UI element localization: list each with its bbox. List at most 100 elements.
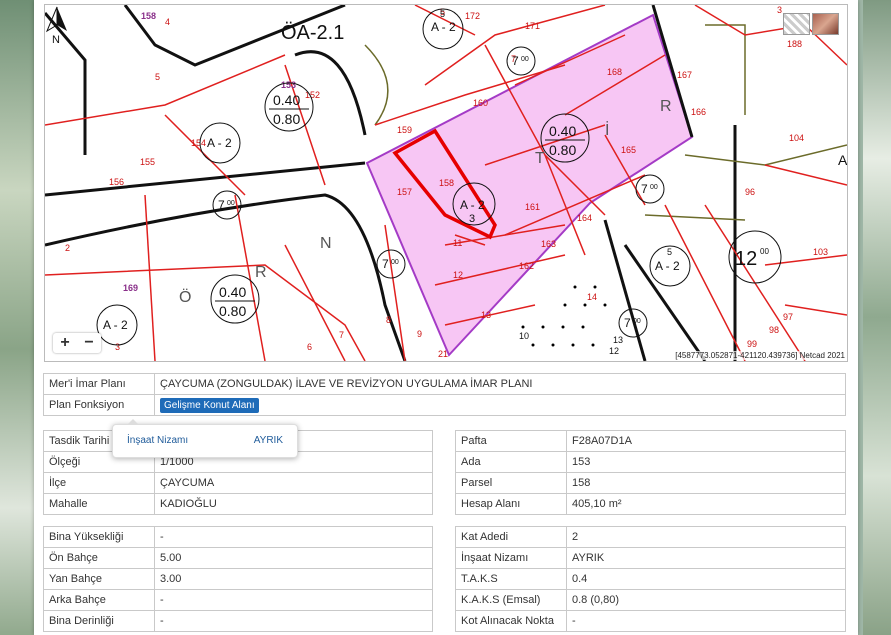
svg-text:00: 00	[521, 56, 529, 63]
row-label: İnşaat Nizamı	[455, 547, 567, 569]
parcel-number: 162	[519, 261, 534, 271]
background-left	[0, 0, 36, 635]
parcel-number: 5	[155, 72, 160, 82]
svg-text:A - 2: A - 2	[460, 198, 485, 212]
table-row: Yan Bahçe 3.00	[43, 568, 433, 590]
table-row: K.A.K.S (Emsal) 0.8 (0,80)	[455, 589, 846, 611]
parcel-table: Pafta F28A07D1A Ada 153 Parsel 158 Hesap Al…	[455, 430, 846, 515]
map-canvas[interactable]: ÖA-2.1 Ö R N T İ R 158 4 5 172 171 188 3…	[45, 5, 847, 361]
parcel-number: 159	[397, 125, 412, 135]
parcel-number: 161	[525, 202, 540, 212]
svg-text:00: 00	[227, 200, 235, 207]
plan-value: ÇAYCUMA (ZONGULDAK) İLAVE VE REVİZYON UY…	[154, 373, 846, 395]
parcel-number: 2	[65, 243, 70, 253]
zone-circle: 12 00	[728, 230, 782, 284]
ratio-badge: 0.40 0.80	[264, 82, 314, 132]
row-label: Kot Alınacak Nokta	[455, 610, 567, 632]
zoom-in-button[interactable]: +	[53, 333, 77, 353]
row-value: 158	[566, 472, 846, 494]
parcel-number: 160	[473, 98, 488, 108]
zone-letter: R	[660, 98, 672, 115]
row-value: 3.00	[154, 568, 433, 590]
row-value: AYRIK	[566, 547, 846, 569]
building-rules-table: Kat Adedi 2 İnşaat Nizamı AYRIK T.A.K.S 0.4…	[455, 526, 846, 632]
parcel-number: 188	[787, 39, 802, 49]
parcel-number: 169	[123, 283, 138, 293]
svg-text:A - 2: A - 2	[431, 20, 456, 34]
row-label: Mahalle	[43, 493, 155, 515]
parcel-number: 104	[789, 133, 804, 143]
row-value: KADIOĞLU	[154, 493, 433, 515]
svg-text:00: 00	[650, 184, 658, 191]
satellite-layer-thumb[interactable]	[812, 13, 839, 35]
row-value: 153	[566, 451, 846, 473]
parcel-number: 13	[481, 310, 491, 320]
row-label: Bina Derinliği	[43, 610, 155, 632]
parcel-number: 6	[307, 342, 312, 352]
zoom-out-button[interactable]: −	[77, 333, 101, 353]
parcel-number: 96	[745, 187, 755, 197]
zone-letter: N	[320, 235, 332, 252]
row-value: -	[154, 589, 433, 611]
svg-text:00: 00	[633, 318, 641, 325]
row-label: Pafta	[455, 430, 567, 452]
svg-text:00: 00	[391, 259, 399, 266]
plan-map[interactable]: ÖA-2.1 Ö R N T İ R 158 4 5 172 171 188 3…	[44, 4, 848, 362]
row-label: Kat Adedi	[455, 526, 567, 548]
row-label: Ön Bahçe	[43, 547, 155, 569]
parcel-number: 165	[621, 145, 636, 155]
row-label: Bina Yüksekliği	[43, 526, 155, 548]
zone-letter: Ö	[179, 288, 191, 306]
layer-switcher[interactable]	[783, 13, 839, 35]
parcel-number: 155	[140, 157, 155, 167]
parcel-number: 166	[691, 107, 706, 117]
row-value: -	[154, 526, 433, 548]
zone-circle: A - 2	[96, 304, 138, 346]
row-label: Parsel	[455, 472, 567, 494]
row-value: -	[566, 610, 846, 632]
parcel-number: 103	[813, 247, 828, 257]
parcel-number: 14	[587, 292, 597, 302]
table-row: Plan Fonksiyon Gelişme Konut Alanı	[43, 394, 846, 416]
svg-text:0.80: 0.80	[549, 142, 576, 158]
svg-text:A - 2: A - 2	[207, 136, 232, 150]
table-row: İlçe ÇAYCUMA	[43, 472, 433, 494]
plan-label: Mer'i İmar Planı	[43, 373, 155, 395]
parcel-number: 12	[609, 346, 619, 356]
parcel-number: 3	[777, 5, 782, 15]
parcel-number: 12	[453, 270, 463, 280]
row-value: 5.00	[154, 547, 433, 569]
row-value: 2	[566, 526, 846, 548]
row-label: İlçe	[43, 472, 155, 494]
parcel-number: 171	[525, 21, 540, 31]
map-layer-thumb[interactable]	[783, 13, 810, 35]
svg-text:0.80: 0.80	[219, 303, 246, 319]
parcel-number: 99	[747, 339, 757, 349]
zone-circle: 7 00	[618, 308, 648, 338]
tooltip-value: AYRIK	[253, 435, 283, 446]
table-row: Kat Adedi 2	[455, 526, 846, 548]
table-row: Mer'i İmar Planı ÇAYCUMA (ZONGULDAK) İLA…	[43, 373, 846, 395]
parcel-number: 158	[141, 11, 156, 21]
svg-text:0.80: 0.80	[273, 111, 300, 127]
table-row: Ön Bahçe 5.00	[43, 547, 433, 569]
parcel-number: 3	[115, 342, 120, 352]
row-value: F28A07D1A	[566, 430, 846, 452]
zoom-control: + −	[53, 333, 101, 353]
ratio-badge: 0.40 0.80	[210, 274, 260, 324]
parcel-number: 8	[386, 315, 391, 325]
zone-circle: A - 2 5	[649, 245, 691, 287]
table-row: İnşaat Nizamı AYRIK	[455, 547, 846, 569]
row-label: Arka Bahçe	[43, 589, 155, 611]
plan-function-label: Plan Fonksiyon	[43, 394, 155, 416]
row-value: 0.4	[566, 568, 846, 590]
parcel-number: 11	[453, 238, 462, 248]
plan-function-badge[interactable]: Gelişme Konut Alanı	[160, 397, 259, 413]
parcel-number: 167	[677, 70, 692, 80]
parcel-number: 164	[577, 213, 592, 223]
svg-text:0.40: 0.40	[273, 92, 300, 108]
parcel-number: 13	[613, 335, 623, 345]
parcel-number: 156	[109, 177, 124, 187]
table-row: Mahalle KADIOĞLU	[43, 493, 433, 515]
svg-text:3: 3	[469, 213, 475, 225]
